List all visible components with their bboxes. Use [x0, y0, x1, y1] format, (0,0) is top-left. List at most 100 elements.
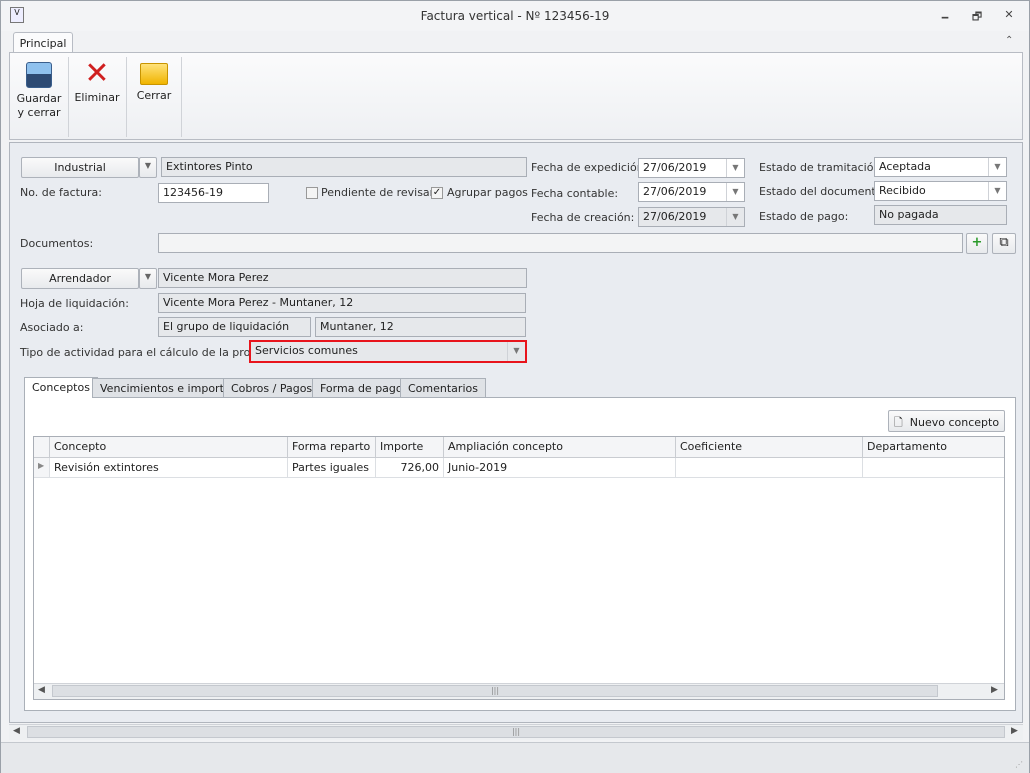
processing-label: Estado de tramitación: [759, 161, 885, 174]
window: V Factura vertical - Nº 123456-19 🗕 🗗 ✕ … [0, 0, 1030, 773]
copy-document-button[interactable]: ⧉ [992, 233, 1016, 254]
sheet-label: Hoja de liquidación: [20, 297, 129, 310]
folder-open-icon [140, 63, 168, 85]
provider-type-button[interactable]: Industrial [21, 157, 139, 178]
column-header-departamento[interactable]: Departamento [863, 437, 1004, 458]
row-indicator-icon: ▶ [34, 458, 50, 478]
separator [68, 57, 69, 137]
documents-field[interactable] [158, 233, 963, 253]
title-bar: V Factura vertical - Nº 123456-19 🗕 🗗 ✕ [1, 1, 1029, 31]
activity-select[interactable]: Servicios comunes ▼ [249, 340, 527, 363]
activity-label: Tipo de actividad para el cálculo de la … [20, 346, 281, 359]
tab-cobros-pagos[interactable]: Cobros / Pagos [223, 378, 321, 398]
chevron-down-icon[interactable]: ▼ [988, 158, 1006, 176]
tab-comentarios[interactable]: Comentarios [400, 378, 486, 398]
payment-state-field: No pagada [874, 205, 1007, 225]
save-label-2: y cerrar [17, 106, 61, 119]
ribbon-collapse-button[interactable]: ⌃ [1005, 35, 1013, 46]
sheet-field: Vicente Mora Perez - Muntaner, 12 [158, 293, 526, 313]
cell-importe[interactable]: 726,00 [376, 458, 444, 478]
doc-state-value: Recibido [879, 184, 926, 197]
party-type-button[interactable]: Arrendador [21, 268, 139, 289]
form-horizontal-scrollbar[interactable]: ◀ ||| ▶ [9, 724, 1023, 740]
accounting-date-label: Fecha contable: [531, 187, 619, 200]
scroll-thumb[interactable]: ||| [27, 726, 1005, 738]
column-header-ampliacion[interactable]: Ampliación concepto [444, 437, 676, 458]
new-concept-button[interactable]: 🗋 Nuevo concepto [888, 410, 1005, 432]
new-concept-label: Nuevo concepto [909, 416, 1000, 429]
party-name-field: Vicente Mora Perez [158, 268, 527, 288]
floppy-icon [26, 62, 52, 88]
chevron-down-icon: ▼ [726, 208, 744, 226]
provider-type-dropdown[interactable]: ▼ [139, 157, 157, 178]
separator [126, 57, 127, 137]
grid-horizontal-scrollbar[interactable]: ◀ ||| ▶ [34, 683, 1004, 699]
new-document-icon: 🗋 [893, 416, 903, 429]
accounting-date-input[interactable]: 27/06/2019 ▼ [638, 182, 745, 202]
assoc-label: Asociado a: [20, 321, 84, 334]
close-folder-button[interactable]: Cerrar [130, 57, 178, 137]
tab-forma-pago[interactable]: Forma de pago [312, 378, 411, 398]
assoc-group-field: El grupo de liquidación [158, 317, 311, 337]
add-document-icon: + [971, 235, 983, 250]
close-button[interactable]: ✕ [1001, 8, 1017, 22]
column-header-importe[interactable]: Importe [376, 437, 444, 458]
chevron-down-icon[interactable]: ▼ [726, 183, 744, 201]
activity-value: Servicios comunes [255, 344, 358, 357]
minimize-button[interactable]: 🗕 [937, 8, 953, 23]
save-label-1: Guardar [16, 92, 62, 105]
scroll-left-icon[interactable]: ◀ [13, 726, 20, 736]
tab-vencimientos[interactable]: Vencimientos e importes [92, 378, 245, 398]
delete-button[interactable]: ✕ Eliminar [72, 57, 122, 137]
doc-state-label: Estado del documento: [759, 185, 887, 198]
cell-coeficiente[interactable] [676, 458, 863, 478]
scroll-left-icon[interactable]: ◀ [38, 685, 45, 695]
provider-name-field: Extintores Pinto [161, 157, 527, 177]
save-close-button[interactable]: Guardar y cerrar [14, 57, 64, 137]
pending-checkbox[interactable] [306, 187, 318, 199]
row-indicator-header [34, 437, 50, 458]
doc-state-select[interactable]: Recibido ▼ [874, 181, 1007, 201]
restore-button[interactable]: 🗗 [969, 8, 985, 23]
cell-forma-reparto[interactable]: Partes iguales [288, 458, 376, 478]
ribbon-tab-principal[interactable]: Principal [13, 32, 73, 53]
copy-icon: ⧉ [999, 235, 1009, 250]
cell-concepto[interactable]: Revisión extintores [50, 458, 288, 478]
add-document-button[interactable]: + [966, 233, 988, 254]
scroll-right-icon[interactable]: ▶ [991, 685, 998, 695]
cell-ampliacion[interactable]: Junio-2019 [444, 458, 676, 478]
column-header-coeficiente[interactable]: Coeficiente [676, 437, 863, 458]
chevron-down-icon[interactable]: ▼ [507, 342, 525, 361]
issue-date-value: 27/06/2019 [643, 161, 707, 174]
invoice-no-label: No. de factura: [20, 186, 102, 199]
close-label: Cerrar [136, 89, 172, 102]
ribbon: Guardar y cerrar ✕ Eliminar Cerrar [9, 52, 1023, 140]
accounting-date-value: 27/06/2019 [643, 185, 707, 198]
resize-grip-icon[interactable]: ⋰ [1015, 760, 1023, 769]
pending-label: Pendiente de revisar [321, 186, 435, 199]
invoice-no-input[interactable]: 123456-19 [158, 183, 269, 203]
status-bar: ⋰ [1, 742, 1029, 773]
delete-label: Eliminar [74, 91, 120, 104]
creation-date-label: Fecha de creación: [531, 211, 635, 224]
chevron-down-icon[interactable]: ▼ [726, 159, 744, 177]
payment-state-label: Estado de pago: [759, 210, 849, 223]
documents-label: Documentos: [20, 237, 94, 250]
tab-conceptos[interactable]: Conceptos [24, 377, 98, 398]
scroll-right-icon[interactable]: ▶ [1011, 726, 1018, 736]
processing-value: Aceptada [879, 160, 931, 173]
window-title: Factura vertical - Nº 123456-19 [420, 9, 610, 23]
processing-select[interactable]: Aceptada ▼ [874, 157, 1007, 177]
column-header-forma-reparto[interactable]: Forma reparto [288, 437, 376, 458]
cell-departamento[interactable] [863, 458, 1004, 478]
column-header-concepto[interactable]: Concepto [50, 437, 288, 458]
chevron-down-icon[interactable]: ▼ [988, 182, 1006, 200]
issue-date-input[interactable]: 27/06/2019 ▼ [638, 158, 745, 178]
concepts-grid: Concepto Forma reparto Importe Ampliació… [33, 436, 1005, 700]
creation-date-input: 27/06/2019 ▼ [638, 207, 745, 227]
group-payments-checkbox[interactable]: ✓ [431, 187, 443, 199]
creation-date-value: 27/06/2019 [643, 210, 707, 223]
party-type-dropdown[interactable]: ▼ [139, 268, 157, 289]
scroll-thumb[interactable]: ||| [52, 685, 938, 697]
delete-x-icon: ✕ [84, 56, 110, 91]
